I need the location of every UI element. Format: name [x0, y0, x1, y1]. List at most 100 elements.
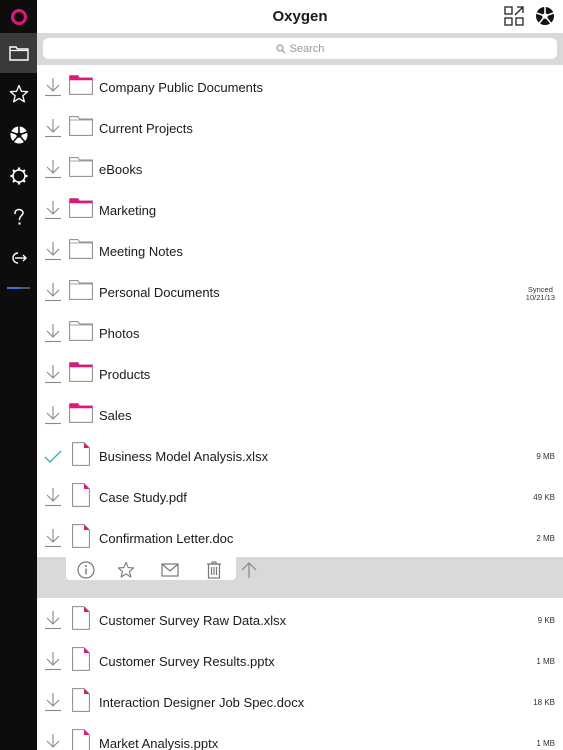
mail-icon	[161, 563, 179, 577]
gear-icon	[10, 167, 27, 185]
logout-icon	[11, 252, 27, 264]
folder-icon	[8, 46, 29, 61]
list-item[interactable]: Business Model Analysis.xlsx 9 MB	[37, 435, 563, 476]
sidebar-item-favorites[interactable]	[0, 74, 37, 114]
email-button[interactable]	[160, 560, 180, 580]
list-item[interactable]: Market Analysis.pptx 1 MB	[37, 722, 563, 750]
file-action-bar	[37, 557, 563, 598]
folder-icon	[69, 280, 93, 300]
download-icon[interactable]	[44, 405, 62, 425]
file-size: 9 KB	[537, 616, 555, 625]
file-name: Personal Documents	[99, 285, 220, 300]
oxygen-logo[interactable]	[0, 0, 37, 33]
aperture-icon	[10, 126, 27, 144]
download-icon[interactable]	[44, 487, 62, 507]
favorite-button[interactable]	[116, 560, 136, 580]
download-icon[interactable]	[44, 282, 62, 302]
folder-icon	[69, 116, 93, 136]
file-name: Sales	[99, 408, 132, 423]
file-size: 2 MB	[536, 534, 555, 543]
file-name: Market Analysis.pptx	[99, 736, 219, 750]
download-icon[interactable]	[44, 323, 62, 343]
search-icon	[275, 43, 286, 54]
folder-icon	[69, 239, 93, 259]
list-item[interactable]: Marketing	[37, 189, 563, 230]
sidebar-item-logout[interactable]	[0, 238, 37, 278]
sync-date: 10/21/13	[525, 293, 555, 302]
expand-view-button[interactable]	[503, 5, 525, 27]
list-item[interactable]: Sales	[37, 394, 563, 435]
file-name: Products	[99, 367, 151, 382]
download-icon[interactable]	[44, 200, 62, 220]
search-input[interactable]: Search	[43, 38, 557, 59]
sidebar-item-help[interactable]	[0, 197, 37, 237]
page-title: Oxygen	[272, 8, 328, 25]
list-item[interactable]: Customer Survey Raw Data.xlsx 9 KB	[37, 599, 563, 640]
list-item[interactable]: eBooks	[37, 148, 563, 189]
download-icon[interactable]	[44, 118, 62, 138]
file-name: Marketing	[99, 203, 157, 218]
list-item[interactable]: Personal Documents Synced 10/21/13	[37, 271, 563, 312]
download-icon[interactable]	[44, 651, 62, 671]
download-icon[interactable]	[44, 241, 62, 261]
list-item[interactable]: Current Projects	[37, 107, 563, 148]
download-icon[interactable]	[44, 733, 62, 750]
list-item[interactable]: Company Public Documents	[37, 66, 563, 107]
file-size: 18 KB	[533, 698, 555, 707]
info-button[interactable]	[76, 560, 96, 580]
sidebar-item-files[interactable]	[0, 33, 37, 73]
file-size: 1 MB	[536, 739, 555, 748]
document-icon	[72, 647, 90, 671]
download-icon[interactable]	[44, 77, 62, 97]
list-item[interactable]: Confirmation Letter.doc 2 MB	[37, 517, 563, 558]
file-name: Current Projects	[99, 121, 193, 136]
file-name: Case Study.pdf	[99, 490, 187, 505]
file-name: Company Public Documents	[99, 80, 264, 95]
file-name: Meeting Notes	[99, 244, 183, 259]
shared-folder-icon	[69, 75, 93, 95]
list-item[interactable]: Interaction Designer Job Spec.docx 18 KB	[37, 681, 563, 722]
file-size: 9 MB	[536, 452, 555, 461]
list-item[interactable]: Meeting Notes	[37, 230, 563, 271]
document-icon	[72, 606, 90, 630]
info-icon	[77, 561, 95, 579]
shared-folder-icon	[69, 362, 93, 382]
list-item[interactable]: Case Study.pdf 49 KB	[37, 476, 563, 517]
document-icon	[72, 729, 90, 750]
aperture-icon	[536, 7, 554, 25]
action-box	[66, 557, 236, 580]
document-icon	[72, 483, 90, 507]
list-item[interactable]: Products	[37, 353, 563, 394]
document-icon	[72, 688, 90, 712]
search-placeholder: Search	[289, 42, 325, 55]
download-icon[interactable]	[44, 692, 62, 712]
sync-status: Synced 10/21/13	[526, 286, 555, 302]
header: Oxygen	[37, 0, 563, 33]
download-icon[interactable]	[44, 528, 62, 548]
download-icon[interactable]	[44, 610, 62, 630]
file-name: eBooks	[99, 162, 143, 177]
list-item[interactable]: Customer Survey Results.pptx 1 MB	[37, 640, 563, 681]
expand-icon	[504, 6, 524, 26]
shared-folder-icon	[69, 403, 93, 423]
search-bar: Search	[37, 33, 563, 65]
help-icon	[13, 208, 24, 225]
file-name: Customer Survey Raw Data.xlsx	[99, 613, 287, 628]
aperture-menu-button[interactable]	[534, 5, 556, 27]
file-size: 49 KB	[533, 493, 555, 502]
document-icon	[72, 524, 90, 548]
download-icon[interactable]	[44, 364, 62, 384]
sidebar-item-shared[interactable]	[0, 115, 37, 155]
download-icon[interactable]	[44, 159, 62, 179]
folder-icon	[69, 321, 93, 341]
delete-button[interactable]	[204, 560, 224, 580]
star-icon	[9, 84, 28, 103]
list-item[interactable]: Photos	[37, 312, 563, 353]
shared-folder-icon	[69, 198, 93, 218]
share-button[interactable]	[239, 560, 259, 580]
document-icon	[72, 442, 90, 466]
share-up-icon	[241, 562, 257, 578]
file-name: Interaction Designer Job Spec.docx	[99, 695, 305, 710]
sidebar-item-settings[interactable]	[0, 156, 37, 196]
trash-icon	[207, 561, 221, 579]
